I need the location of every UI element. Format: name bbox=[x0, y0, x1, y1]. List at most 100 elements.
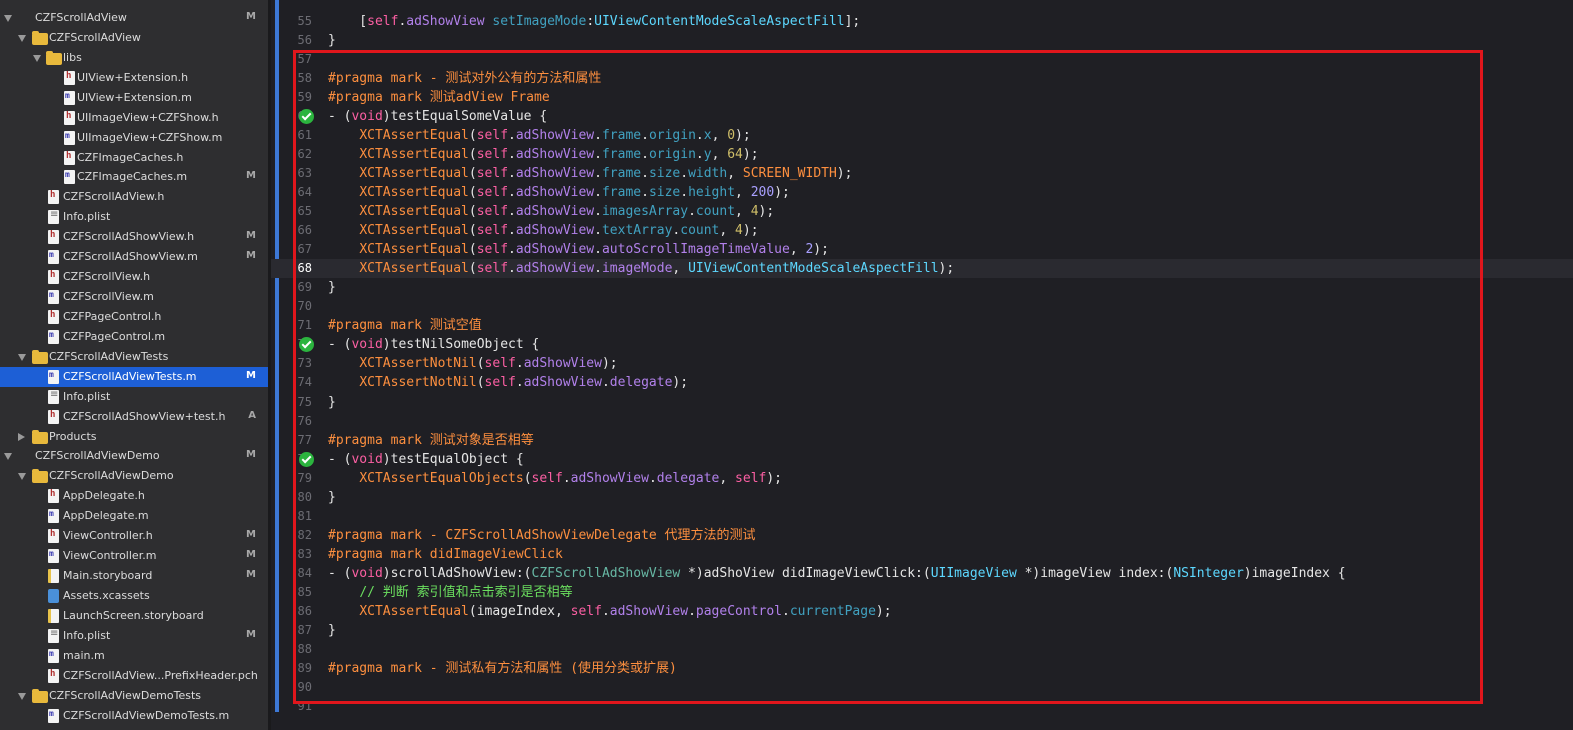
code-line[interactable]: 62 XCTAssertEqual(self.adShowView.frame.… bbox=[271, 145, 1573, 164]
header-file-icon bbox=[48, 529, 59, 544]
code-line[interactable]: 56} bbox=[271, 31, 1573, 50]
code-token: ); bbox=[742, 146, 759, 162]
code-line[interactable]: 70 bbox=[271, 297, 1573, 316]
code-token: self bbox=[476, 165, 509, 181]
code-token: . bbox=[508, 165, 516, 181]
code-line[interactable]: 74 XCTAssertNotNil(self.adShowView.deleg… bbox=[271, 373, 1573, 392]
code-line[interactable]: 75} bbox=[271, 393, 1573, 412]
code-token: XCTAssertEqual bbox=[359, 127, 469, 143]
code-token: #pragma mark - CZFScrollAdShowViewDelega… bbox=[328, 527, 756, 543]
disclosure-expanded-icon[interactable] bbox=[4, 15, 12, 22]
test-passed-icon[interactable] bbox=[299, 108, 314, 124]
navigator-item[interactable]: AppDelegate.h bbox=[0, 486, 268, 506]
disclosure-expanded-icon[interactable] bbox=[18, 473, 26, 481]
code-line[interactable]: 64 XCTAssertEqual(self.adShowView.frame.… bbox=[271, 183, 1573, 202]
code-line[interactable]: 78- (void)testEqualObject { bbox=[271, 450, 1573, 469]
navigator-item[interactable]: ViewController.m M bbox=[0, 546, 268, 566]
code-line[interactable]: 85 // 判断 索引值和点击索引是否相等 bbox=[271, 583, 1573, 602]
navigator-item[interactable]: main.m bbox=[0, 646, 268, 666]
code-line[interactable]: 90 bbox=[271, 678, 1573, 697]
code-line[interactable]: 73 XCTAssertNotNil(self.adShowView); bbox=[271, 354, 1573, 373]
disclosure-collapsed-icon[interactable] bbox=[18, 432, 25, 441]
navigator-item[interactable]: UIImageView+CZFShow.h bbox=[0, 108, 268, 128]
navigator-item[interactable]: CZFPageControl.h bbox=[0, 307, 268, 327]
code-line[interactable]: 80} bbox=[271, 488, 1573, 507]
code-line[interactable]: 83 #pragma mark didImageViewClick bbox=[271, 545, 1573, 564]
code-line[interactable]: 59 #pragma mark 测试adView Frame bbox=[271, 88, 1573, 107]
code-line[interactable]: 91 bbox=[271, 697, 1573, 716]
code-line[interactable]: 60- (void)testEqualSomeValue { bbox=[271, 107, 1573, 126]
code-line[interactable]: 57 bbox=[271, 50, 1573, 69]
line-number: 76 bbox=[297, 413, 312, 428]
code-line[interactable]: 69} bbox=[271, 278, 1573, 297]
navigator-item[interactable]: AppDelegate.m bbox=[0, 506, 268, 526]
code-line[interactable]: 81 bbox=[271, 507, 1573, 526]
code-line[interactable]: 63 XCTAssertEqual(self.adShowView.frame.… bbox=[271, 164, 1573, 183]
navigator-item[interactable]: CZFPageControl.m bbox=[0, 327, 268, 347]
navigator-item[interactable]: UIImageView+CZFShow.m bbox=[0, 128, 268, 148]
navigator-item[interactable]: CZFScrollAdViewDemo bbox=[0, 466, 268, 486]
navigator-item[interactable]: Info.plist bbox=[0, 207, 268, 227]
navigator-item[interactable]: CZFScrollAdViewTests.m M bbox=[0, 366, 268, 387]
code-line[interactable]: 86 XCTAssertEqual(imageIndex, self.adSho… bbox=[271, 602, 1573, 621]
code-line[interactable]: 88 bbox=[271, 640, 1573, 659]
code-line[interactable]: 82 #pragma mark - CZFScrollAdShowViewDele… bbox=[271, 526, 1573, 545]
navigator-item-label: CZFScrollAdShowView.m bbox=[63, 250, 198, 264]
code-line[interactable]: 76 bbox=[271, 412, 1573, 431]
code-token: XCTAssertEqual bbox=[359, 146, 469, 162]
disclosure-expanded-icon[interactable] bbox=[4, 453, 12, 461]
navigator-item[interactable]: UIView+Extension.m bbox=[0, 88, 268, 108]
code-line[interactable]: 72- (void)testNilSomeObject { bbox=[271, 335, 1573, 354]
navigator-item[interactable]: CZFScrollAdShowView+test.h A bbox=[0, 407, 268, 427]
code-line[interactable]: 61 XCTAssertEqual(self.adShowView.frame.… bbox=[271, 126, 1573, 145]
disclosure-expanded-icon[interactable] bbox=[18, 353, 26, 361]
code-line[interactable]: 77 #pragma mark 测试对象是否相等 bbox=[271, 431, 1573, 450]
code-line[interactable]: 89 #pragma mark - 测试私有方法和属性 (使用分类或扩展) bbox=[271, 659, 1573, 678]
code-line[interactable]: 68 XCTAssertEqual(self.adShowView.imageM… bbox=[271, 259, 1573, 279]
navigator-item[interactable]: CZFScrollView.m bbox=[0, 287, 268, 307]
code-line[interactable]: 67 XCTAssertEqual(self.adShowView.autoSc… bbox=[271, 240, 1573, 259]
navigator-item[interactable]: Main.storyboard M bbox=[0, 566, 268, 586]
navigator-item[interactable]: Products bbox=[0, 427, 268, 447]
code-line[interactable]: 58 #pragma mark - 测试对外公有的方法和属性 bbox=[271, 69, 1573, 88]
disclosure-expanded-icon[interactable] bbox=[18, 34, 26, 42]
navigator-item[interactable]: Info.plist M bbox=[0, 626, 268, 646]
code-line[interactable]: 71 #pragma mark 测试空值 bbox=[271, 316, 1573, 335]
code-line[interactable]: 55 [self.adShowView setImageMode:UIViewC… bbox=[271, 12, 1573, 31]
navigator-item[interactable]: CZFScrollAdShowView.m M bbox=[0, 247, 268, 267]
navigator-item[interactable]: CZFImageCaches.m M bbox=[0, 167, 268, 187]
navigator-item[interactable]: Info.plist bbox=[0, 387, 268, 407]
source-control-status-badge: A bbox=[248, 409, 256, 421]
code-line[interactable]: 65 XCTAssertEqual(self.adShowView.images… bbox=[271, 202, 1573, 221]
source-control-status-badge: M bbox=[246, 170, 256, 182]
navigator-item[interactable]: UIView+Extension.h bbox=[0, 68, 268, 88]
navigator-item[interactable]: CZFScrollAdView...PrefixHeader.pch bbox=[0, 666, 268, 686]
navigator-item[interactable]: CZFScrollAdShowView.h M bbox=[0, 227, 268, 247]
navigator-item[interactable]: Assets.xcassets bbox=[0, 586, 268, 606]
code-line[interactable]: 87} bbox=[271, 621, 1573, 640]
navigator-item[interactable]: CZFScrollView.h bbox=[0, 267, 268, 287]
navigator-item[interactable]: ViewController.h M bbox=[0, 526, 268, 546]
navigator-item[interactable]: LaunchScreen.storyboard bbox=[0, 606, 268, 626]
code-line[interactable]: 84 - (void)scrollAdShowView:(CZFScrollAdS… bbox=[271, 564, 1573, 583]
navigator-item[interactable]: CZFScrollAdViewTests bbox=[0, 347, 268, 367]
code-token: ( bbox=[476, 356, 485, 372]
code-line[interactable]: 66 XCTAssertEqual(self.adShowView.textAr… bbox=[271, 221, 1573, 240]
test-passed-icon[interactable] bbox=[299, 451, 314, 467]
code-token: x bbox=[703, 127, 712, 143]
code-token: , bbox=[735, 204, 751, 219]
navigator-item[interactable]: CZFScrollAdView M bbox=[0, 8, 268, 28]
code-line[interactable]: 79 XCTAssertEqualObjects(self.adShowView… bbox=[271, 469, 1573, 488]
navigator-item[interactable]: CZFScrollAdViewDemo M bbox=[0, 446, 268, 466]
disclosure-expanded-icon[interactable] bbox=[33, 54, 41, 62]
navigator-item[interactable]: CZFImageCaches.h bbox=[0, 148, 268, 168]
navigator-item[interactable]: libs bbox=[0, 48, 268, 68]
navigator-item[interactable]: CZFScrollAdView bbox=[0, 28, 268, 48]
navigator-item[interactable]: CZFScrollAdViewDemoTests.m bbox=[0, 706, 268, 726]
navigator-item[interactable]: CZFScrollAdView.h bbox=[0, 187, 268, 207]
disclosure-expanded-icon[interactable] bbox=[18, 692, 26, 700]
code-token: imageMode bbox=[601, 261, 673, 277]
navigator-item[interactable]: CZFScrollAdViewDemoTests bbox=[0, 686, 268, 706]
code-token: height bbox=[688, 184, 736, 200]
